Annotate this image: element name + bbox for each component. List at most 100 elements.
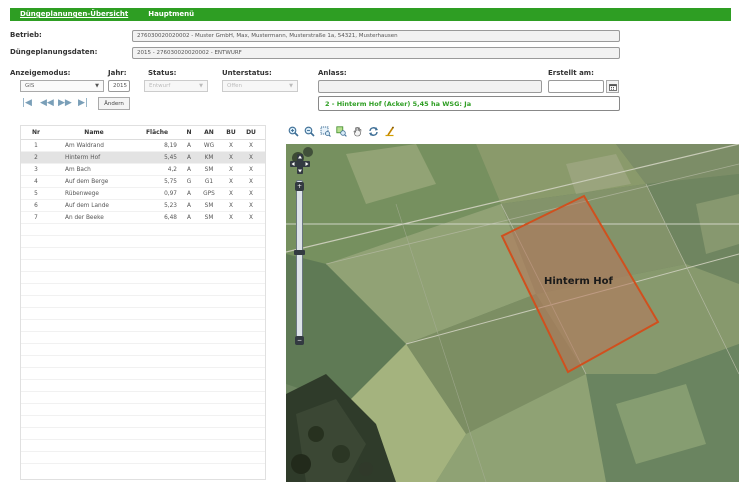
table-row[interactable]: 1 Am Waldrand 8,19 A WG X X xyxy=(21,140,265,152)
zoom-in-tool[interactable] xyxy=(288,126,299,137)
table-row[interactable]: 4 Auf dem Berge 5,75 G G1 X X xyxy=(21,176,265,188)
refresh-tool[interactable] xyxy=(368,126,379,137)
cell-du: X xyxy=(249,178,253,185)
cell-an: SM xyxy=(204,202,214,209)
empty-row xyxy=(21,416,265,428)
cell-flaeche: 5,45 xyxy=(164,154,177,161)
empty-row xyxy=(21,356,265,368)
empty-row xyxy=(21,236,265,248)
pan-tool[interactable] xyxy=(352,126,363,137)
empty-row xyxy=(21,320,265,332)
column-header-name[interactable]: Name xyxy=(51,129,137,136)
cell-name: Am Waldrand xyxy=(65,142,104,149)
selected-field-info-text: 2 - Hinterm Hof (Acker) 5,45 ha WSG: Ja xyxy=(325,99,472,108)
next-record-button[interactable]: ▶▶ xyxy=(58,98,72,108)
cell-n: A xyxy=(187,214,191,221)
cell-flaeche: 6,48 xyxy=(164,214,177,221)
cell-flaeche: 0,97 xyxy=(164,190,177,197)
zoom-box-tool[interactable] xyxy=(320,126,331,137)
empty-row xyxy=(21,344,265,356)
menu-item-duengeplanungen-uebersicht[interactable]: Düngeplanungen-Übersicht xyxy=(10,8,138,21)
erstellt-am-input[interactable] xyxy=(548,80,604,93)
cell-n: G xyxy=(186,178,192,185)
empty-row xyxy=(21,248,265,260)
zoom-extent-tool[interactable] xyxy=(336,125,347,137)
previous-record-button[interactable]: ◀◀ xyxy=(40,98,54,108)
cell-an: SM xyxy=(204,214,214,221)
table-row-selected[interactable]: 2 Hinterm Hof 5,45 A KM X X xyxy=(21,152,265,164)
cell-n: A xyxy=(187,166,191,173)
cell-an: GPS xyxy=(203,190,215,197)
table-row[interactable]: 7 An der Beeke 6,48 A SM X X xyxy=(21,212,265,224)
zoom-out-tool[interactable] xyxy=(304,126,315,137)
selected-field-info: 2 - Hinterm Hof (Acker) 5,45 ha WSG: Ja xyxy=(318,96,620,111)
table-row[interactable]: 5 Rübenwege 0,97 A GPS X X xyxy=(21,188,265,200)
calendar-icon xyxy=(608,83,617,91)
empty-row xyxy=(21,380,265,392)
cell-bu: X xyxy=(229,166,233,173)
table-row[interactable]: 6 Auf dem Lande 5,23 A SM X X xyxy=(21,200,265,212)
map-field-label: Hinterm Hof xyxy=(544,276,613,287)
cell-bu: X xyxy=(229,142,233,149)
cell-nr: 2 xyxy=(34,154,38,161)
cell-n: A xyxy=(187,154,191,161)
cell-n: A xyxy=(187,142,191,149)
zoom-slider-track[interactable] xyxy=(296,180,303,345)
column-header-an[interactable]: AN xyxy=(197,129,221,136)
cell-name: Auf dem Berge xyxy=(65,178,109,185)
pan-control[interactable] xyxy=(290,154,310,174)
chevron-down-icon: ▼ xyxy=(289,83,293,89)
status-select[interactable]: Entwurf ▼ xyxy=(144,80,208,92)
map-view[interactable]: + − Hinterm Hof xyxy=(286,144,739,482)
cell-name: An der Beeke xyxy=(65,214,104,221)
last-record-button[interactable]: ▶| xyxy=(78,98,88,108)
cell-nr: 3 xyxy=(34,166,38,173)
jahr-input[interactable]: 2015 xyxy=(108,80,130,92)
column-header-du[interactable]: DU xyxy=(241,129,261,136)
menu-item-hauptmenue[interactable]: Hauptmenü xyxy=(138,8,204,21)
empty-row xyxy=(21,332,265,344)
column-header-nr[interactable]: Nr xyxy=(21,129,51,136)
empty-row xyxy=(21,392,265,404)
column-header-flaeche[interactable]: Fläche xyxy=(137,129,181,136)
cell-nr: 7 xyxy=(34,214,38,221)
column-header-n[interactable]: N xyxy=(181,129,197,136)
unterstatus-value: Offen xyxy=(227,83,242,89)
anzeigemodus-value: GIS xyxy=(25,83,35,89)
chevron-down-icon: ▼ xyxy=(95,83,99,89)
refresh-icon xyxy=(369,126,378,136)
anlass-input[interactable] xyxy=(318,80,542,93)
unterstatus-select[interactable]: Offen ▼ xyxy=(222,80,298,92)
cell-name: Hinterm Hof xyxy=(65,154,101,161)
empty-row xyxy=(21,452,265,464)
map-zoom-in-button[interactable]: + xyxy=(295,182,304,191)
cell-name: Auf dem Lande xyxy=(65,202,109,209)
menu-bar: Düngeplanungen-Übersicht Hauptmenü xyxy=(10,8,731,21)
cell-du: X xyxy=(249,154,253,161)
cell-an: G1 xyxy=(204,178,214,185)
planungsdaten-label: Düngeplanungsdaten: xyxy=(10,48,98,56)
cell-du: X xyxy=(249,166,253,173)
anzeigemodus-select[interactable]: GIS ▼ xyxy=(20,80,104,92)
empty-row xyxy=(21,260,265,272)
table-row[interactable]: 3 Am Bach 4,2 A SM X X xyxy=(21,164,265,176)
cell-nr: 6 xyxy=(34,202,38,209)
zoom-slider-thumb[interactable] xyxy=(294,250,305,255)
measure-tool[interactable] xyxy=(384,126,395,137)
first-record-button[interactable]: |◀ xyxy=(22,98,32,108)
cell-n: A xyxy=(187,202,191,209)
anlass-label: Anlass: xyxy=(318,69,347,77)
calendar-button[interactable] xyxy=(606,80,619,93)
unterstatus-label: Unterstatus: xyxy=(222,69,272,77)
aendern-button[interactable]: Ändern xyxy=(98,97,130,110)
cell-flaeche: 5,23 xyxy=(164,202,177,209)
empty-row xyxy=(21,284,265,296)
empty-row xyxy=(21,428,265,440)
map-zoom-out-button[interactable]: − xyxy=(295,336,304,345)
column-header-bu[interactable]: BU xyxy=(221,129,241,136)
empty-row xyxy=(21,440,265,452)
cell-du: X xyxy=(249,190,253,197)
cell-an: WG xyxy=(203,142,215,149)
cell-bu: X xyxy=(229,190,233,197)
magnifier-plus-icon xyxy=(288,126,299,137)
